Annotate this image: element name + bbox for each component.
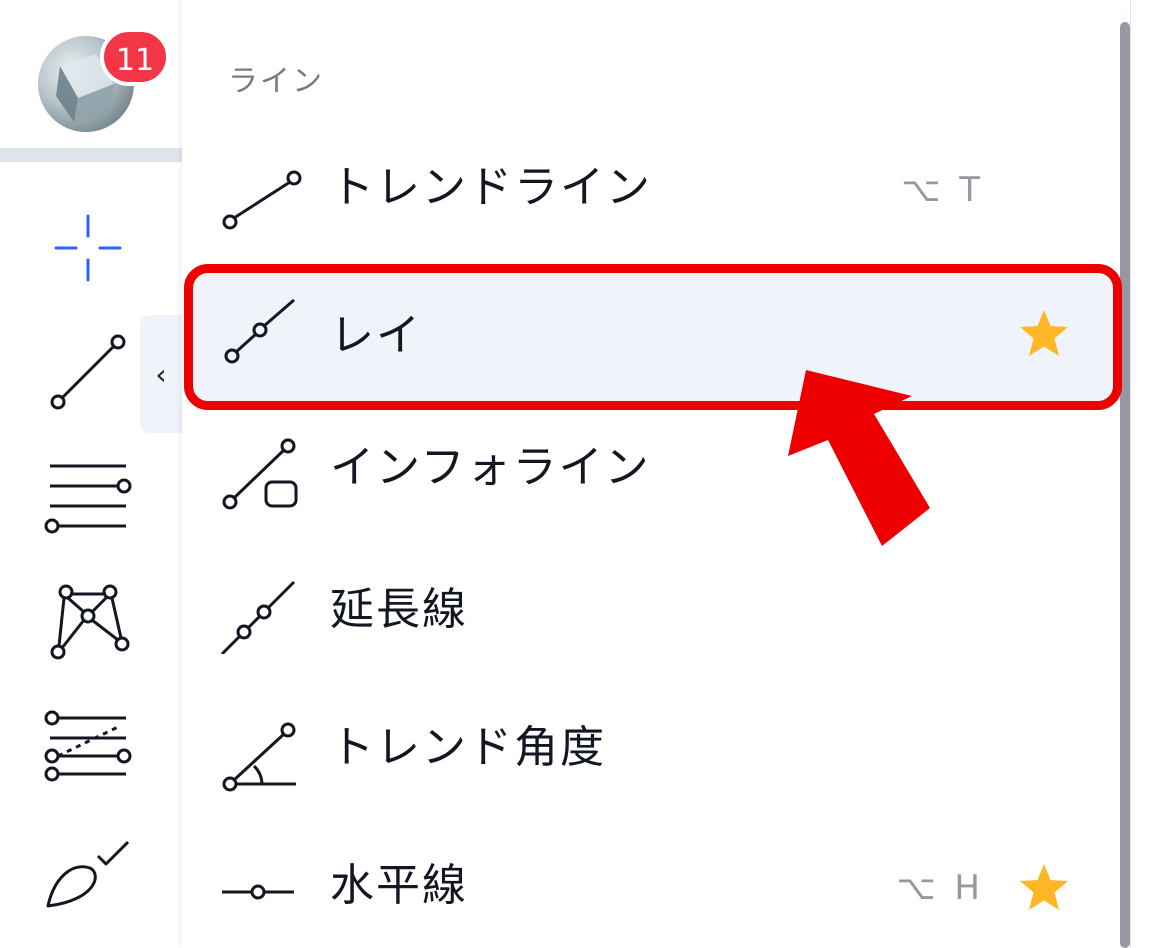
user-avatar-button[interactable]: 11 [38, 28, 170, 134]
chart-area-edge [1130, 0, 1158, 948]
toolbar-top-divider [0, 148, 182, 162]
trend-angle-icon [222, 722, 296, 792]
shortcut-hint: ⌥ T [901, 170, 984, 210]
menu-item-label: トレンドライン [330, 162, 652, 213]
trend-line-icon [222, 170, 302, 230]
menu-item-label: トレンド角度 [330, 722, 606, 773]
shortcut-hint: ⌥ H [896, 868, 984, 908]
pattern-tool[interactable] [40, 578, 136, 674]
favorite-star-icon[interactable] [1016, 860, 1072, 916]
menu-item-trend-angle[interactable]: トレンド角度 [182, 690, 1120, 810]
crosshair-tool[interactable] [40, 200, 136, 296]
extended-line-icon [220, 580, 296, 654]
brush-tool[interactable] [40, 828, 136, 924]
horizontal-line-icon [222, 884, 294, 900]
menu-item-info-line[interactable]: インフォライン [182, 410, 1120, 530]
pattern-tool-icon [50, 584, 130, 660]
menu-item-label: 延長線 [330, 584, 468, 635]
menu-item-trend-line[interactable]: トレンドライン ⌥ T [182, 130, 1120, 250]
chevron-left-icon: ‹ [155, 357, 167, 391]
notification-badge: 11 [100, 28, 170, 86]
crosshair-icon [54, 214, 122, 282]
menu-item-extended-line[interactable]: 延長線 [182, 552, 1120, 672]
fib-tool-icon [44, 710, 132, 782]
horizontal-lines-tool[interactable] [40, 448, 136, 544]
info-line-icon [222, 438, 298, 510]
highlight-annotation-box [184, 264, 1122, 410]
brush-tool-icon [46, 840, 130, 908]
menu-item-horizontal-line[interactable]: 水平線 ⌥ H [182, 828, 1120, 948]
menu-item-label: 水平線 [330, 860, 468, 911]
trendline-tool-icon [50, 334, 126, 410]
fib-tool[interactable] [40, 700, 136, 796]
horizontal-lines-tool-icon [44, 464, 132, 534]
trendline-tool[interactable] [30, 322, 126, 418]
menu-section-title: ライン [228, 64, 324, 99]
menu-item-label: インフォライン [330, 442, 651, 493]
collapse-toolbar-button[interactable]: ‹ [140, 315, 182, 433]
menu-scrollbar[interactable] [1120, 22, 1130, 948]
red-arrow-annotation-icon [788, 370, 930, 546]
line-tools-menu: ライン トレンドライン ⌥ T レイ インフォライン 延長線 トレンド角度 水平… [182, 0, 1120, 948]
